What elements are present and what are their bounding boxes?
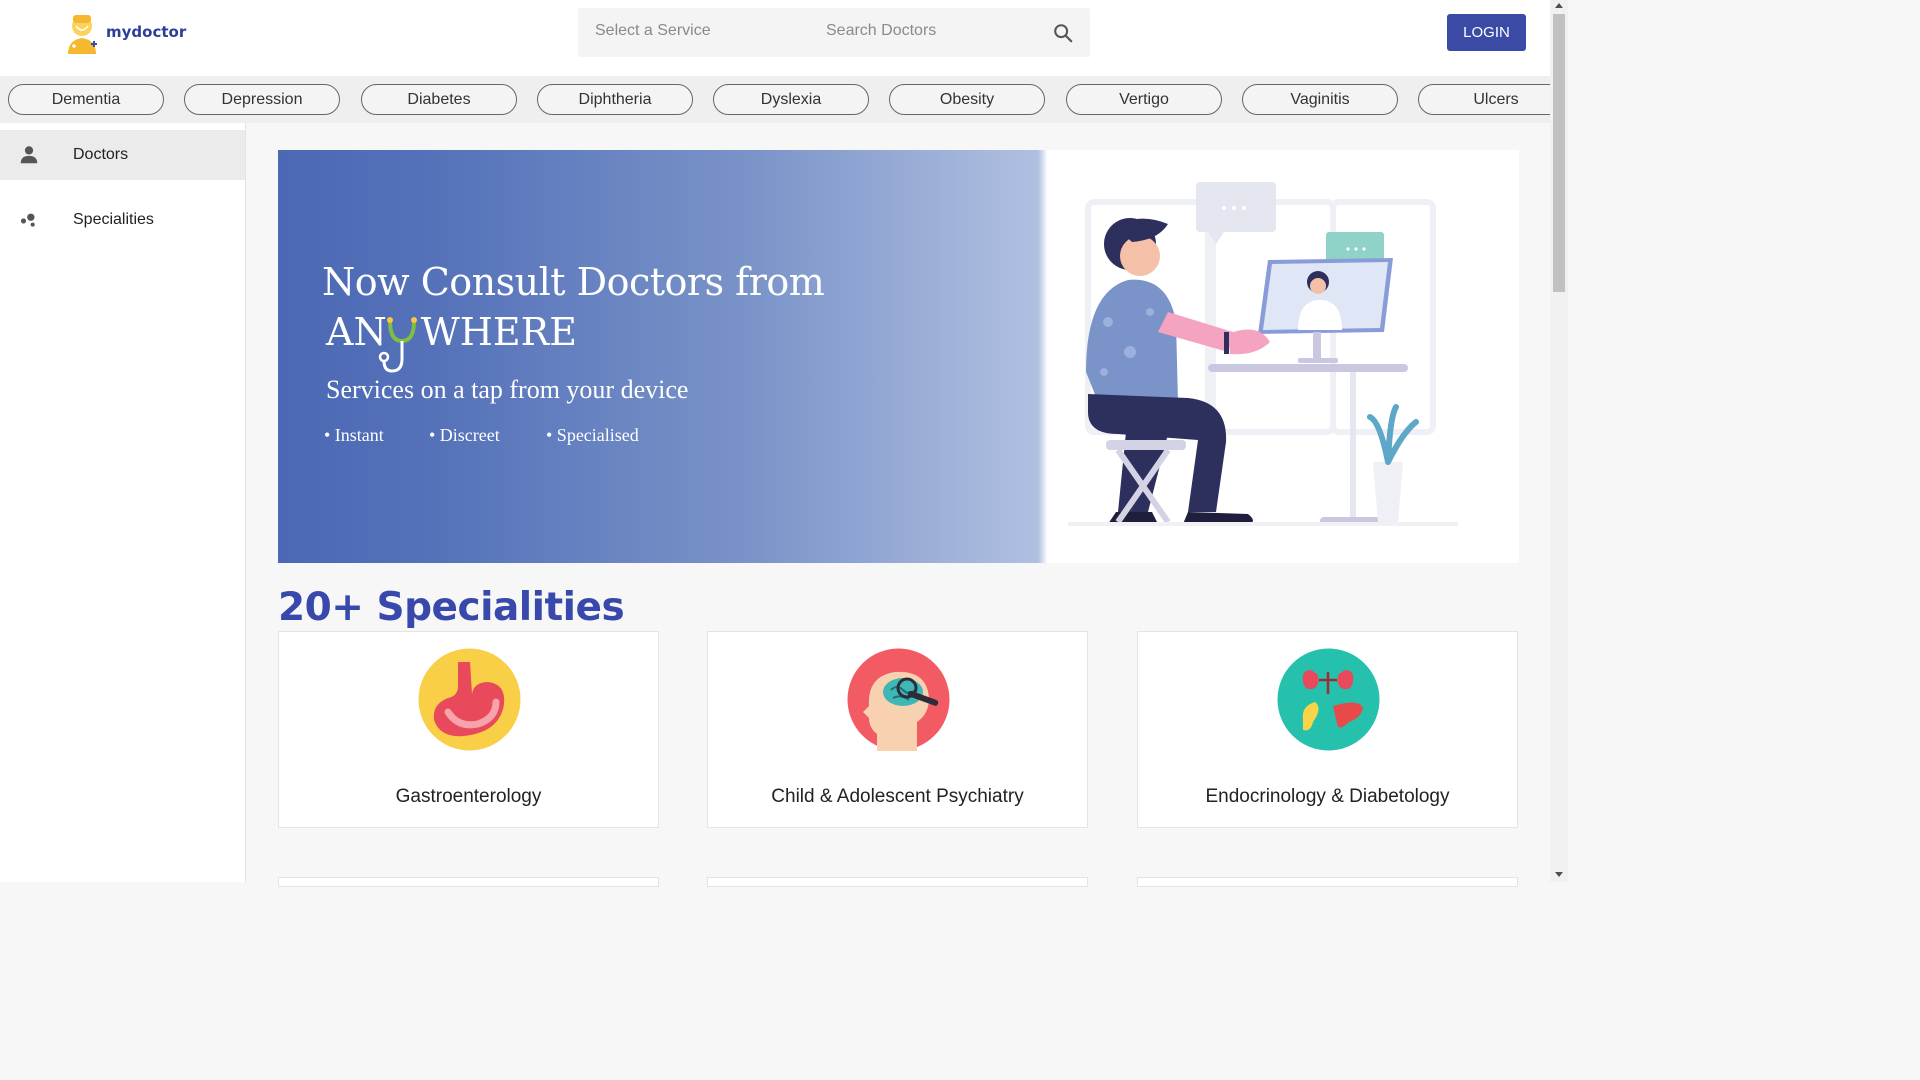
scroll-down-arrow-icon[interactable] (1555, 872, 1563, 877)
speciality-card-endocrinology[interactable]: Endocrinology & Diabetology (1137, 631, 1518, 828)
chip-diabetes[interactable]: Diabetes (361, 84, 517, 115)
speciality-card-partial (1137, 877, 1518, 887)
stethoscope-icon (378, 317, 417, 373)
banner-title: Now Consult Doctors from (322, 260, 825, 304)
telemedicine-illustration (1068, 182, 1458, 526)
search-icon[interactable] (1052, 22, 1074, 44)
condition-chip-row: Dementia Depression Diabetes Diphtheria … (0, 76, 1550, 123)
banner-subtitle: Services on a tap from your device (326, 375, 689, 404)
logo-text: mydoctor (106, 23, 187, 41)
chip-dyslexia[interactable]: Dyslexia (713, 84, 869, 115)
chip-diphtheria[interactable]: Diphtheria (537, 84, 693, 115)
chip-depression[interactable]: Depression (184, 84, 340, 115)
card-label: Gastroenterology (395, 786, 542, 807)
logo[interactable]: mydoctor (62, 10, 186, 54)
top-header: mydoctor Select a Service Search Doctors… (0, 0, 1550, 76)
vertical-scrollbar[interactable] (1550, 0, 1568, 882)
speciality-card-child-psychiatry[interactable]: Child & Adolescent Psychiatry (707, 631, 1088, 828)
main-content: Now Consult Doctors from AN WHERE Service… (246, 123, 1550, 887)
search-doctors-input[interactable]: Search Doctors (826, 22, 936, 40)
chip-vaginitis[interactable]: Vaginitis (1242, 84, 1398, 115)
login-button[interactable]: LOGIN (1447, 14, 1526, 51)
sidebar-item-doctors[interactable]: Doctors (0, 130, 245, 180)
select-service-input[interactable]: Select a Service (595, 22, 711, 40)
speciality-card-partial (278, 877, 659, 887)
chip-dementia[interactable]: Dementia (8, 84, 164, 115)
bullet-discreet: • Discreet (429, 425, 500, 445)
banner-title-line2: AN WHERE (326, 310, 577, 354)
chip-ulcers[interactable]: Ulcers (1418, 84, 1550, 115)
organs-icon (1277, 648, 1380, 751)
bullet-specialised: • Specialised (546, 425, 639, 445)
speciality-card-partial (707, 877, 1088, 887)
scroll-up-arrow-icon[interactable] (1555, 3, 1563, 8)
scroll-thumb[interactable] (1553, 14, 1565, 292)
card-label: Endocrinology & Diabetology (1205, 786, 1450, 807)
sidebar-item-specialities[interactable]: Specialities (0, 195, 245, 245)
sidebar-item-label: Doctors (73, 146, 129, 163)
chip-vertigo[interactable]: Vertigo (1066, 84, 1222, 115)
stomach-icon (418, 648, 521, 751)
bubbles-icon (20, 213, 35, 227)
specialities-heading: 20+ Specialities (278, 585, 625, 630)
hero-banner: Now Consult Doctors from AN WHERE Service… (278, 150, 1519, 563)
banner-title-suffix: WHERE (420, 310, 577, 354)
brain-icon (847, 648, 950, 751)
sidebar-item-label: Specialities (73, 211, 154, 228)
search-bar: Select a Service Search Doctors (578, 8, 1090, 57)
doctor-logo-icon (68, 15, 97, 54)
chip-obesity[interactable]: Obesity (889, 84, 1045, 115)
speciality-card-gastroenterology[interactable]: Gastroenterology (278, 631, 659, 828)
sidebar: Doctors Specialities (0, 123, 246, 882)
card-label: Child & Adolescent Psychiatry (771, 786, 1024, 807)
person-icon (20, 146, 38, 164)
bullet-instant: • Instant (324, 425, 384, 445)
